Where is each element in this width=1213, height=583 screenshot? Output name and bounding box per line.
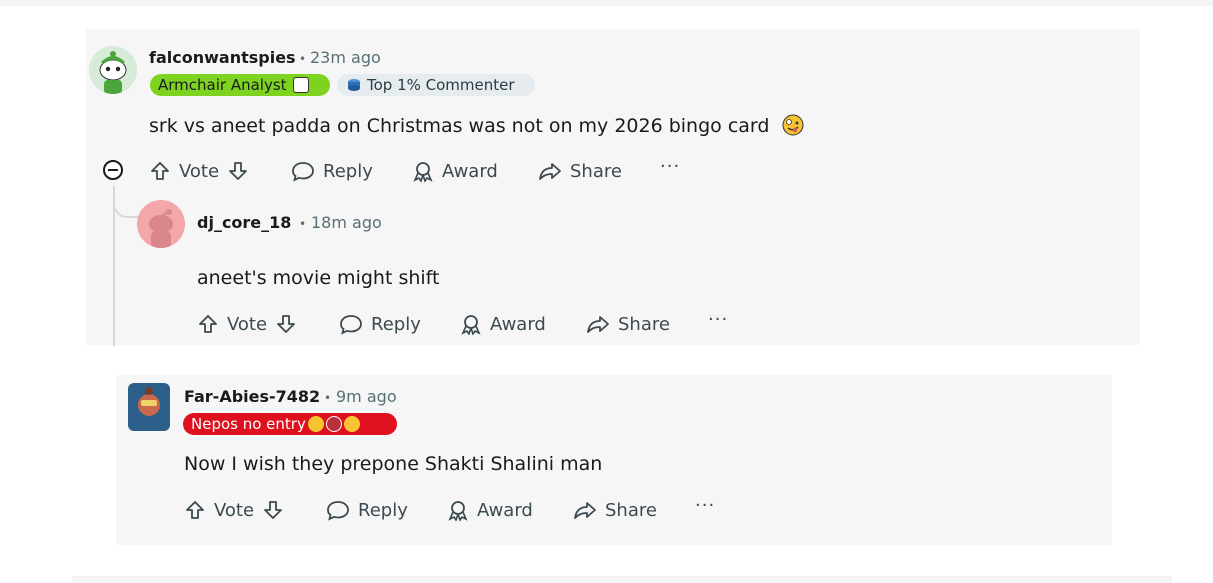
award-icon: [461, 315, 481, 335]
share-arrow-icon: [587, 316, 609, 333]
top-commenter-icon: [348, 79, 360, 91]
top-divider: [0, 0, 1213, 6]
award-button[interactable]: Award: [460, 309, 546, 339]
award-label: Award: [477, 499, 533, 521]
comment-username[interactable]: dj_core_18: [197, 213, 291, 232]
downvote-icon[interactable]: [275, 313, 297, 335]
reply-label: Reply: [323, 160, 373, 182]
more-options-button[interactable]: ···: [708, 309, 728, 330]
flair-label: Nepos no entry: [191, 415, 306, 433]
comment-timestamp[interactable]: 9m ago: [336, 387, 397, 406]
flair-label: Armchair Analyst: [158, 76, 287, 94]
upvote-icon[interactable]: [184, 499, 206, 521]
confounded-face-emoji-icon: [343, 416, 360, 432]
comment-body: srk vs aneet padda on Christmas was not …: [149, 114, 804, 137]
meta-separator: •: [324, 391, 332, 405]
meta-separator: •: [299, 52, 307, 66]
more-options-button[interactable]: ···: [660, 156, 680, 177]
reply-label: Reply: [371, 313, 421, 335]
comment-username[interactable]: falconwantspies: [149, 48, 296, 67]
award-button[interactable]: Award: [447, 495, 533, 525]
achievement-badge[interactable]: Top 1% Commenter: [337, 74, 535, 96]
share-arrow-icon: [574, 502, 596, 519]
reply-button[interactable]: Reply: [326, 495, 408, 525]
share-button[interactable]: Share: [538, 156, 622, 186]
comment-timestamp[interactable]: 23m ago: [310, 48, 381, 67]
reply-bubble-icon: [292, 162, 314, 182]
vote-group: Vote: [197, 309, 297, 339]
bottom-divider: [72, 576, 1172, 583]
comment-actions: Vote Reply Award Share ···: [197, 309, 737, 339]
comment-text: srk vs aneet padda on Christmas was not …: [149, 115, 770, 137]
share-label: Share: [570, 160, 622, 182]
reply-button[interactable]: Reply: [339, 309, 421, 339]
comment-username[interactable]: Far-Abies-7482: [184, 387, 320, 406]
share-label: Share: [618, 313, 670, 335]
armchair-flair-icon: [292, 77, 309, 93]
comment-actions: Vote Reply Award Share ···: [184, 495, 724, 525]
reply-bubble-icon: [327, 501, 349, 521]
comment-body: aneet's movie might shift: [197, 267, 440, 289]
reply-button[interactable]: Reply: [291, 156, 373, 186]
reddit-snoo-pink-avatar-icon: [137, 200, 185, 248]
award-icon: [413, 162, 433, 182]
share-button[interactable]: Share: [586, 309, 670, 339]
reply-bubble-icon: [340, 315, 362, 335]
user-flair: Nepos no entry: [183, 413, 397, 435]
share-arrow-icon: [539, 163, 561, 180]
collapse-thread-icon[interactable]: [102, 159, 124, 181]
comment-timestamp[interactable]: 18m ago: [311, 213, 382, 232]
vote-group: Vote: [184, 495, 284, 525]
user-flair: Armchair Analyst: [150, 74, 330, 96]
reddit-snoo-custom-avatar-icon: [130, 385, 168, 429]
award-label: Award: [442, 160, 498, 182]
more-options-button[interactable]: ···: [695, 495, 715, 516]
comment-actions: Vote Reply Award Share ···: [149, 156, 689, 186]
share-button[interactable]: Share: [573, 495, 657, 525]
comment-body: Now I wish they prepone Shakti Shalini m…: [184, 453, 603, 475]
zany-face-emoji-icon: [782, 114, 803, 136]
share-label: Share: [605, 499, 657, 521]
award-icon: [448, 501, 468, 521]
user-avatar[interactable]: [89, 46, 137, 94]
angry-devil-emoji-icon: [325, 416, 342, 432]
vote-label: Vote: [227, 313, 268, 335]
meta-separator: •: [299, 217, 307, 231]
award-label: Award: [490, 313, 546, 335]
reddit-snoo-green-avatar-icon: [89, 46, 137, 94]
vote-label: Vote: [214, 499, 255, 521]
hot-face-emoji-icon: [307, 416, 324, 432]
vote-label: Vote: [179, 160, 220, 182]
upvote-icon[interactable]: [197, 313, 219, 335]
user-avatar[interactable]: [128, 383, 170, 431]
upvote-icon[interactable]: [149, 160, 171, 182]
badge-label: Top 1% Commenter: [367, 76, 515, 94]
user-avatar[interactable]: [137, 200, 185, 248]
downvote-icon[interactable]: [262, 499, 284, 521]
reply-label: Reply: [358, 499, 408, 521]
downvote-icon[interactable]: [227, 160, 249, 182]
vote-group: Vote: [149, 156, 249, 186]
award-button[interactable]: Award: [412, 156, 498, 186]
